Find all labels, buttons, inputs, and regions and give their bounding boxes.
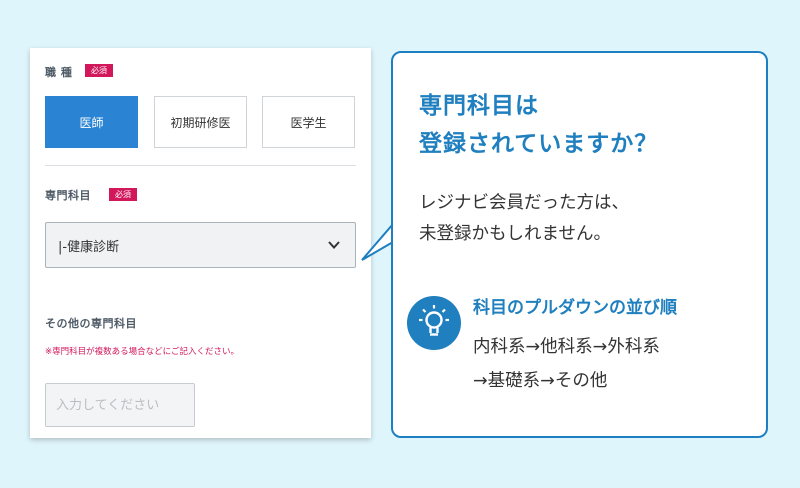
tip-line: 内科系→他科系→外科系 <box>473 337 660 357</box>
occupation-option-label: 医学生 <box>290 115 327 130</box>
tip-heading: 科目のプルダウンの並び順 <box>473 298 677 318</box>
occupation-option-label: 医師 <box>79 115 104 130</box>
specialty-select-value: |-健康診断 <box>58 240 120 255</box>
callout-body: レジナビ会員だった方は、 未登録かもしれません。 <box>419 188 759 250</box>
occupation-required-badge: 必須 <box>85 64 113 77</box>
occupation-option-resident[interactable]: 初期研修医 <box>154 96 247 148</box>
callout-body-line: 未登録かもしれません。 <box>419 224 611 244</box>
callout-body-line: レジナビ会員だった方は、 <box>419 193 629 213</box>
occupation-label: 職 種 <box>45 66 73 79</box>
lightbulb-icon <box>407 296 461 350</box>
specialty-label: 専門科目 <box>45 189 91 202</box>
specialty-select[interactable]: |-健康診断 <box>45 222 356 268</box>
other-specialty-note: ※専門科目が複数ある場合などにご記入ください。 <box>45 347 239 357</box>
other-specialty-input[interactable] <box>45 383 195 427</box>
chevron-down-icon <box>328 241 340 249</box>
occupation-option-label: 初期研修医 <box>170 115 231 130</box>
callout-title-line: 登録されていますか？ <box>419 131 659 157</box>
info-callout: 専門科目は 登録されていますか？ レジナビ会員だった方は、 未登録かもしれません… <box>391 51 768 438</box>
callout-title: 専門科目は 登録されていますか？ <box>419 87 759 163</box>
other-specialty-label: その他の専門科目 <box>45 317 137 330</box>
specialty-required-badge: 必須 <box>109 188 137 201</box>
registration-form-card: 職 種 必須 医師 初期研修医 医学生 専門科目 必須 |-健康診断 その他の専… <box>30 48 371 438</box>
section-divider <box>45 165 356 166</box>
callout-title-line: 専門科目は <box>419 93 539 119</box>
tip-line: →基礎系→その他 <box>473 371 608 391</box>
occupation-option-doctor[interactable]: 医師 <box>45 96 138 148</box>
occupation-option-student[interactable]: 医学生 <box>262 96 355 148</box>
